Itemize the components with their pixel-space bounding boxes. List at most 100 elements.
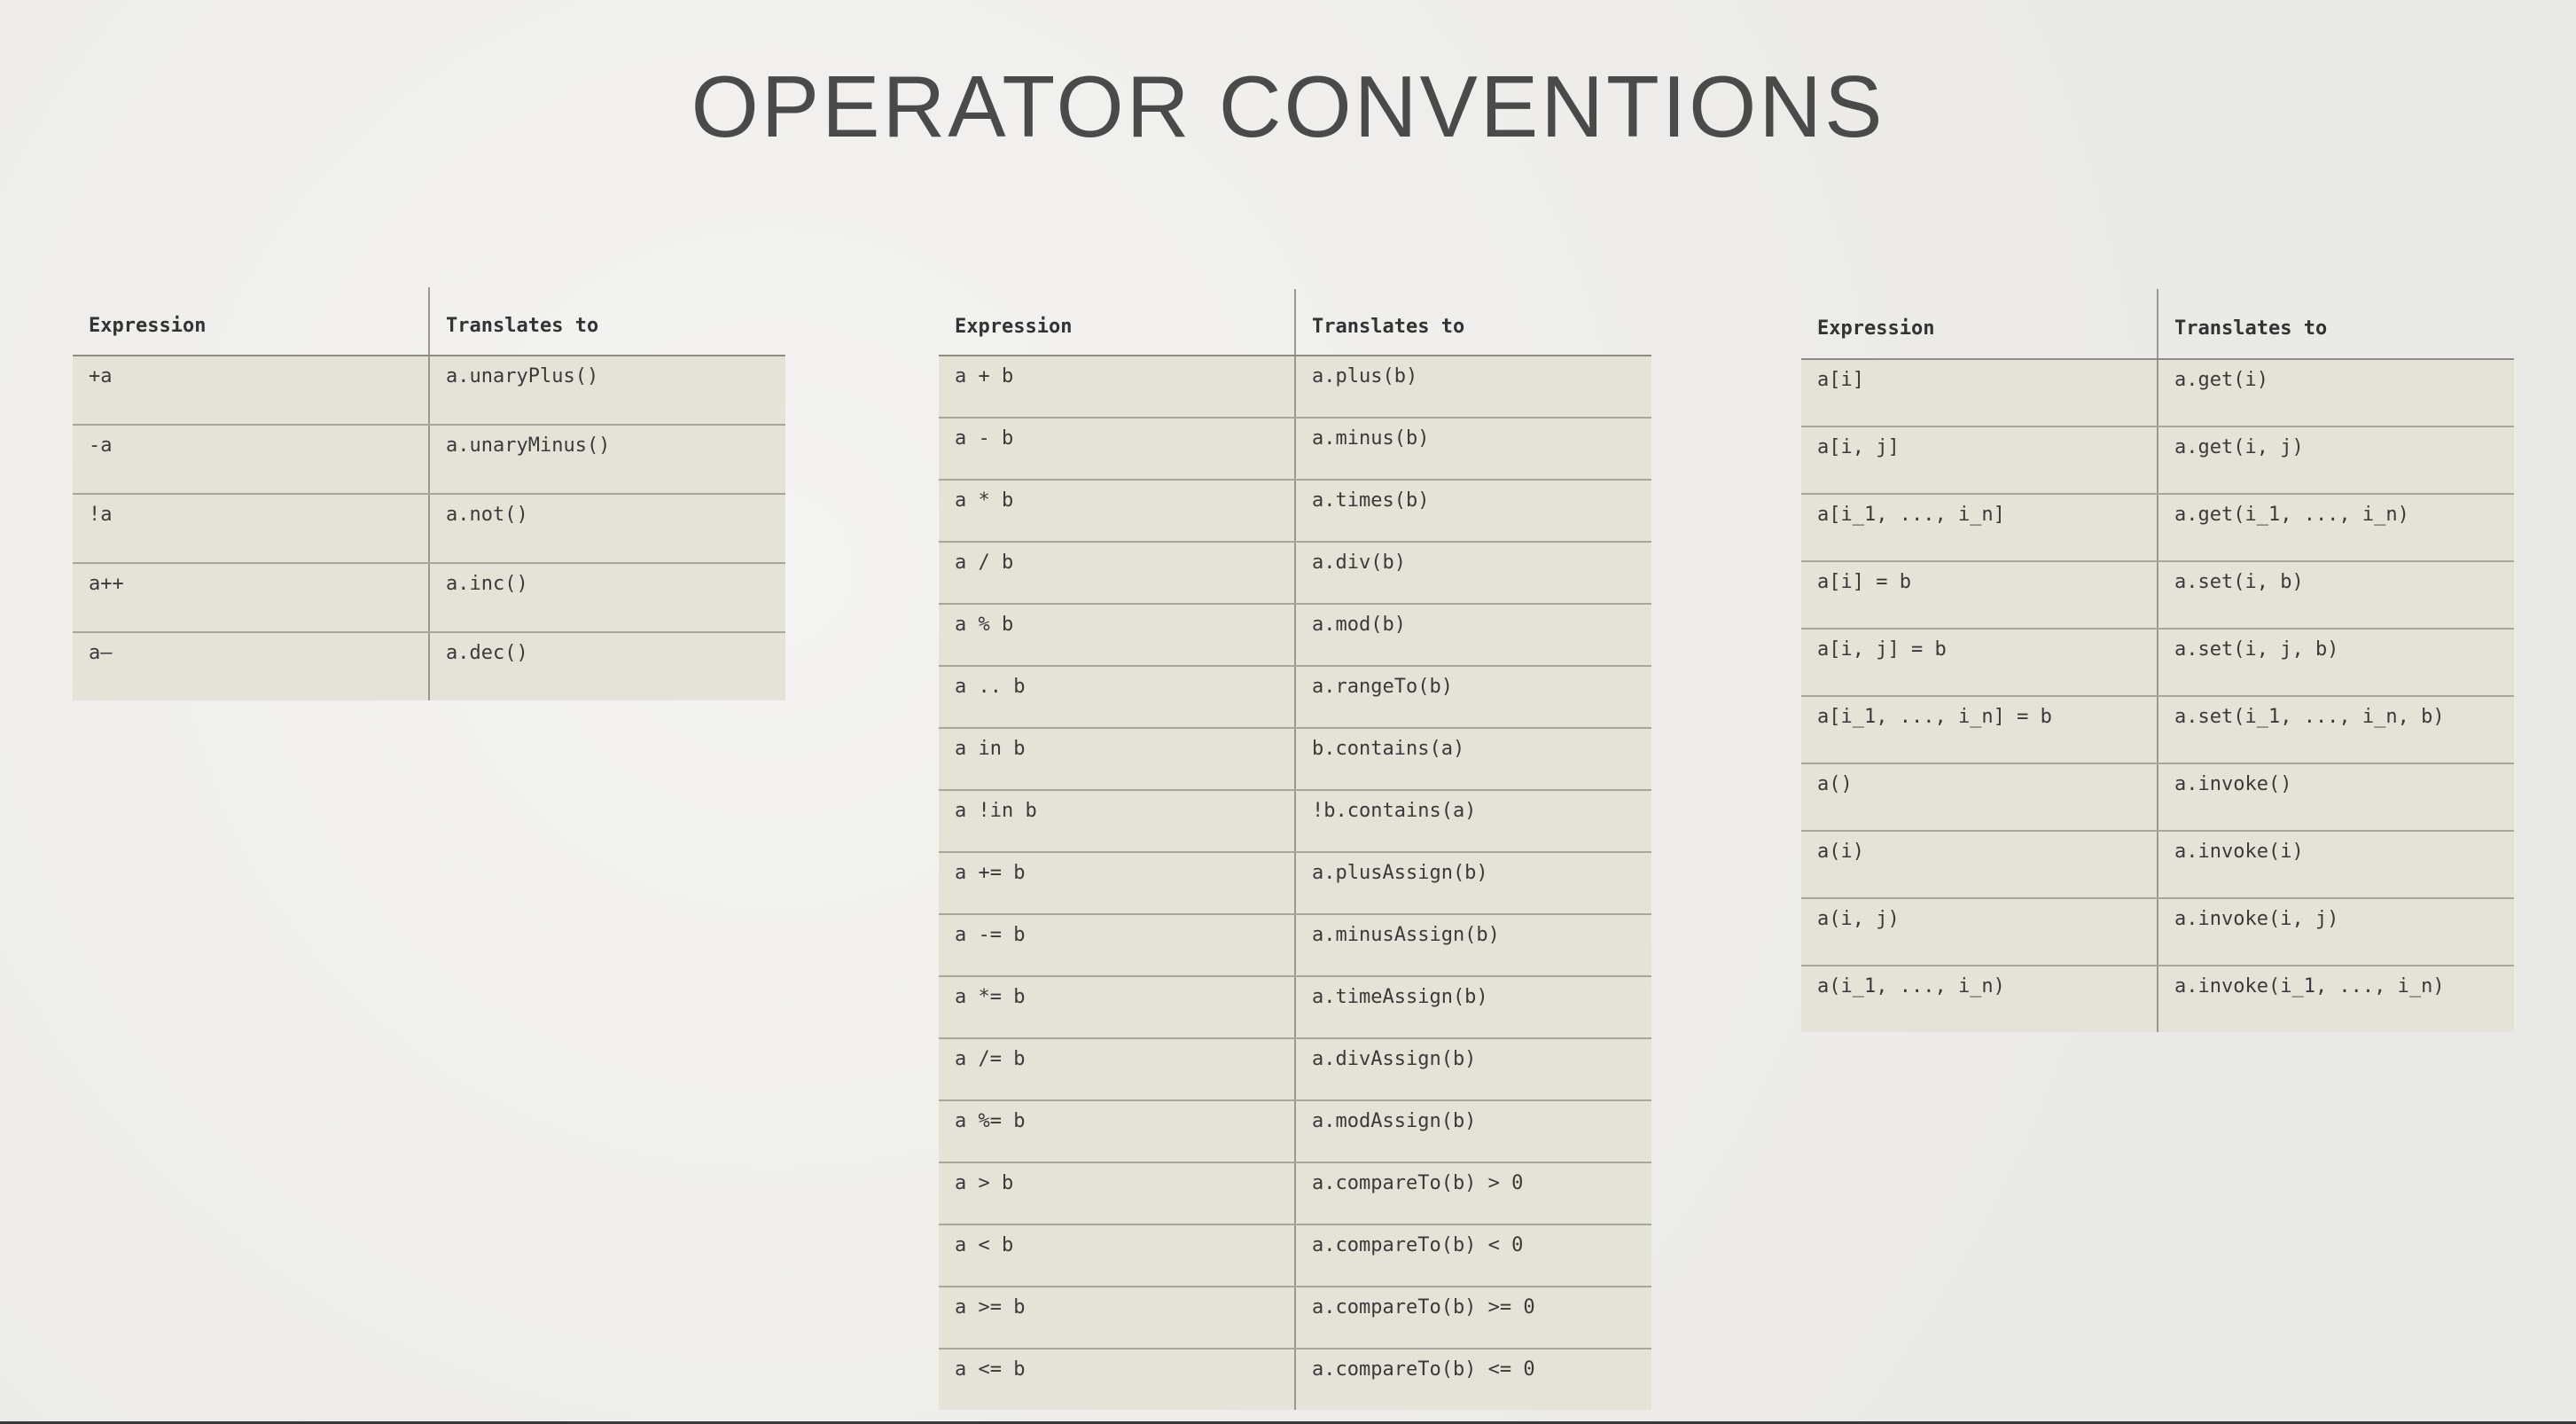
table-row: a <= b a.compareTo(b) <= 0 bbox=[939, 1349, 1651, 1410]
expression-cell: a / b bbox=[939, 542, 1295, 605]
expression-cell: a >= b bbox=[939, 1287, 1295, 1350]
expression-cell: a(i_1, ..., i_n) bbox=[1801, 966, 2158, 1032]
header-row: Expression Translates to bbox=[1801, 289, 2514, 360]
expression-cell: a *= b bbox=[939, 976, 1295, 1039]
header-row: Expression Translates to bbox=[939, 289, 1651, 356]
page-title: OPERATOR CONVENTIONS bbox=[691, 58, 1885, 155]
translation-cell: a.divAssign(b) bbox=[1294, 1038, 1651, 1101]
table-row: a < b a.compareTo(b) < 0 bbox=[939, 1224, 1651, 1287]
expression-cell: +a bbox=[73, 356, 429, 426]
translation-cell: a.compareTo(b) > 0 bbox=[1294, 1162, 1651, 1225]
expression-cell: a in b bbox=[939, 728, 1295, 791]
translation-cell: a.invoke() bbox=[2157, 763, 2514, 832]
translation-cell: !b.contains(a) bbox=[1294, 790, 1651, 853]
translates-to-column-header: Translates to bbox=[1294, 289, 1651, 356]
expression-cell: a !in b bbox=[939, 790, 1295, 853]
translation-cell: a.compareTo(b) < 0 bbox=[1294, 1224, 1651, 1287]
translation-cell: a.minusAssign(b) bbox=[1294, 914, 1651, 977]
expression-cell: a - b bbox=[939, 418, 1295, 481]
table-row: a[i] a.get(i) bbox=[1801, 359, 2514, 427]
unary-operators-table: Expression Translates to +a a.unaryPlus()… bbox=[73, 287, 785, 700]
translation-cell: a.compareTo(b) >= 0 bbox=[1294, 1287, 1651, 1350]
expression-column-header: Expression bbox=[73, 287, 429, 356]
translation-cell: a.times(b) bbox=[1294, 480, 1651, 543]
table-row: a in b b.contains(a) bbox=[939, 728, 1651, 791]
expression-cell: a[i] = b bbox=[1801, 561, 2158, 630]
translation-cell: a.compareTo(b) <= 0 bbox=[1294, 1349, 1651, 1410]
translates-to-column-header: Translates to bbox=[428, 287, 785, 356]
expression-cell: !a bbox=[73, 494, 429, 564]
expression-cell: a %= b bbox=[939, 1100, 1295, 1163]
table-header: Expression Translates to bbox=[1801, 289, 2514, 360]
expression-cell: a[i_1, ..., i_n] = b bbox=[1801, 696, 2158, 764]
expression-cell: -a bbox=[73, 425, 429, 495]
table-row: a[i] = b a.set(i, b) bbox=[1801, 561, 2514, 630]
table-header: Expression Translates to bbox=[939, 289, 1651, 356]
translation-cell: a.invoke(i_1, ..., i_n) bbox=[2157, 966, 2514, 1032]
table-row: a++ a.inc() bbox=[73, 563, 785, 633]
translation-cell: a.get(i) bbox=[2157, 359, 2514, 427]
table-row: a % b a.mod(b) bbox=[939, 604, 1651, 667]
header-row: Expression Translates to bbox=[73, 287, 785, 356]
table-row: -a a.unaryMinus() bbox=[73, 425, 785, 495]
indexed-access-and-invoke-table: Expression Translates to a[i] a.get(i) a[i… bbox=[1801, 289, 2514, 1032]
expression-cell: a <= b bbox=[939, 1349, 1295, 1410]
table-row: a— a.dec() bbox=[73, 632, 785, 700]
translation-cell: a.modAssign(b) bbox=[1294, 1100, 1651, 1163]
expression-column-header: Expression bbox=[1801, 289, 2158, 360]
translation-cell: b.contains(a) bbox=[1294, 728, 1651, 791]
expression-cell: a < b bbox=[939, 1224, 1295, 1287]
expression-cell: a % b bbox=[939, 604, 1295, 667]
table-row: a - b a.minus(b) bbox=[939, 418, 1651, 481]
expression-cell: a[i_1, ..., i_n] bbox=[1801, 494, 2158, 562]
translation-cell: a.mod(b) bbox=[1294, 604, 1651, 667]
translation-cell: a.div(b) bbox=[1294, 542, 1651, 605]
expression-cell: a /= b bbox=[939, 1038, 1295, 1101]
table-row: a .. b a.rangeTo(b) bbox=[939, 666, 1651, 729]
expression-cell: a .. b bbox=[939, 666, 1295, 729]
table-row: !a a.not() bbox=[73, 494, 785, 564]
expression-cell: a++ bbox=[73, 563, 429, 633]
table-body: a[i] a.get(i) a[i, j] a.get(i, j) a[i_1, ...… bbox=[1801, 359, 2514, 1032]
table-row: a() a.invoke() bbox=[1801, 763, 2514, 832]
table-row: a[i, j] = b a.set(i, j, b) bbox=[1801, 629, 2514, 697]
expression-cell: a[i] bbox=[1801, 359, 2158, 427]
table-row: a *= b a.timeAssign(b) bbox=[939, 976, 1651, 1039]
table-row: a / b a.div(b) bbox=[939, 542, 1651, 605]
expression-cell: a[i, j] bbox=[1801, 426, 2158, 495]
translation-cell: a.get(i, j) bbox=[2157, 426, 2514, 495]
table-row: a !in b !b.contains(a) bbox=[939, 790, 1651, 853]
expression-cell: a[i, j] = b bbox=[1801, 629, 2158, 697]
table-body: +a a.unaryPlus() -a a.unaryMinus() !a a.not()… bbox=[73, 356, 785, 700]
expression-cell: a > b bbox=[939, 1162, 1295, 1225]
table-header: Expression Translates to bbox=[73, 287, 785, 356]
table-row: a + b a.plus(b) bbox=[939, 356, 1651, 419]
translation-cell: a.get(i_1, ..., i_n) bbox=[2157, 494, 2514, 562]
translation-cell: a.rangeTo(b) bbox=[1294, 666, 1651, 729]
table-row: a[i_1, ..., i_n] a.get(i_1, ..., i_n) bbox=[1801, 494, 2514, 562]
translation-cell: a.set(i_1, ..., i_n, b) bbox=[2157, 696, 2514, 764]
expression-column-header: Expression bbox=[939, 289, 1295, 356]
table-row: a > b a.compareTo(b) > 0 bbox=[939, 1162, 1651, 1225]
translation-cell: a.inc() bbox=[428, 563, 785, 633]
translation-cell: a.minus(b) bbox=[1294, 418, 1651, 481]
table-row: a[i_1, ..., i_n] = b a.set(i_1, ..., i_n,… bbox=[1801, 696, 2514, 764]
expression-cell: a += b bbox=[939, 852, 1295, 915]
translation-cell: a.timeAssign(b) bbox=[1294, 976, 1651, 1039]
table-row: a[i, j] a.get(i, j) bbox=[1801, 426, 2514, 495]
translates-to-column-header: Translates to bbox=[2157, 289, 2514, 360]
expression-cell: a * b bbox=[939, 480, 1295, 543]
expression-cell: a(i) bbox=[1801, 831, 2158, 899]
binary-operators-table: Expression Translates to a + b a.plus(b) a… bbox=[939, 289, 1651, 1410]
translation-cell: a.unaryMinus() bbox=[428, 425, 785, 495]
table-row: a /= b a.divAssign(b) bbox=[939, 1038, 1651, 1101]
expression-cell: a() bbox=[1801, 763, 2158, 832]
table-row: a(i_1, ..., i_n) a.invoke(i_1, ..., i_n) bbox=[1801, 966, 2514, 1032]
table-row: a >= b a.compareTo(b) >= 0 bbox=[939, 1287, 1651, 1350]
expression-cell: a + b bbox=[939, 356, 1295, 419]
translation-cell: a.plus(b) bbox=[1294, 356, 1651, 419]
translation-cell: a.set(i, j, b) bbox=[2157, 629, 2514, 697]
table-row: a += b a.plusAssign(b) bbox=[939, 852, 1651, 915]
translation-cell: a.not() bbox=[428, 494, 785, 564]
table-row: a(i, j) a.invoke(i, j) bbox=[1801, 898, 2514, 966]
